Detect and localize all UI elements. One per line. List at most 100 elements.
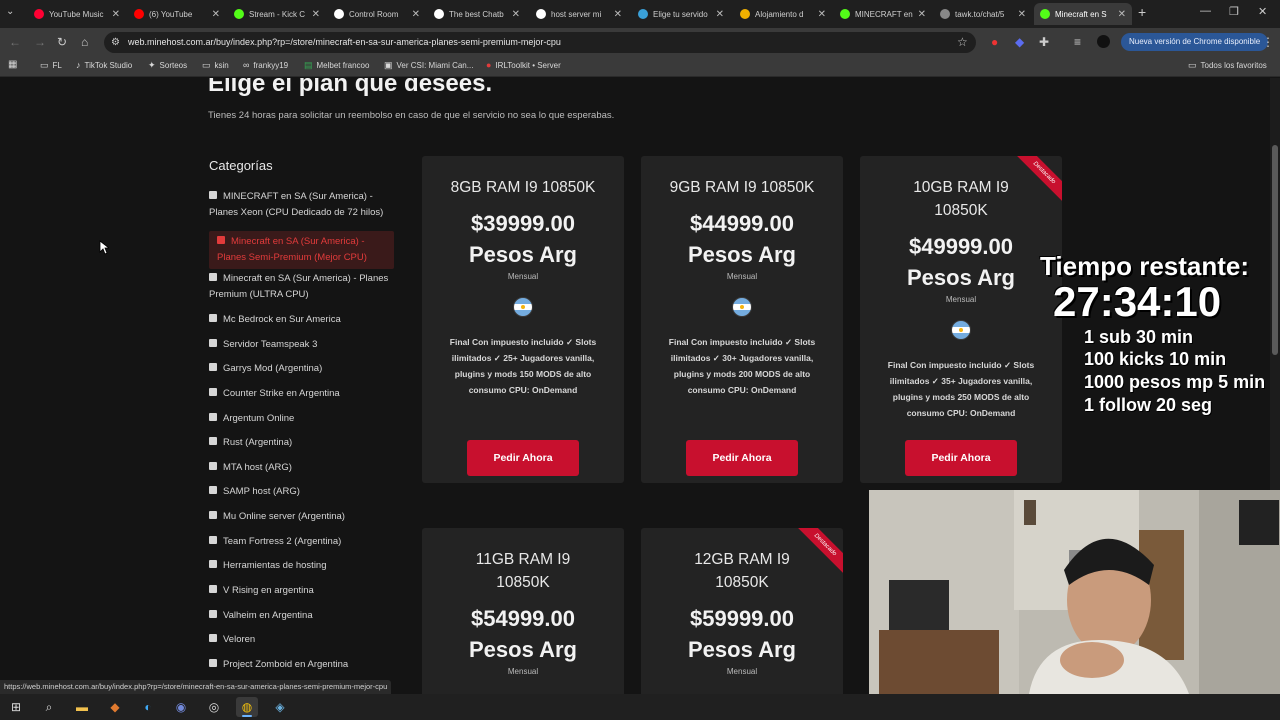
tab-5[interactable]: host server mi ✕ [530,3,628,25]
category-item[interactable]: Minecraft en SA (Sur America) - Planes S… [209,231,394,269]
page-title: Elige el plan que desees. [208,78,493,97]
tab-favicon-icon [740,9,750,19]
tab-10[interactable]: Minecraft en S ✕ [1034,3,1132,25]
back-icon[interactable]: ← [9,35,21,49]
category-item[interactable]: MTA host (ARG) [209,460,394,476]
minimize-button[interactable]: — [1200,5,1211,17]
tab-close-icon[interactable]: ✕ [1018,9,1026,20]
bookmark-item[interactable]: ♪ TikTok Studio [76,60,132,70]
bookmark-item[interactable]: ▣ Ver CSI: Miami Can... [384,60,473,71]
tab-favicon-icon [940,9,950,19]
tab-label: Alojamiento d [755,9,804,19]
tab-4[interactable]: The best Chatb ✕ [428,3,526,25]
discord-icon[interactable]: ◉ [170,697,192,717]
tab-search-icon[interactable]: ⌄ [6,5,14,19]
maximize-button[interactable]: ❐ [1229,5,1239,18]
apps-icon[interactable]: ▦ [8,59,17,70]
category-item[interactable]: Rust (Argentina) [209,435,394,451]
obs-icon[interactable]: ◎ [203,697,225,717]
category-item[interactable]: Valheim en Argentina [209,608,394,624]
bookmark-star-icon[interactable]: ☆ [957,35,968,49]
bookmark-item[interactable]: ✦ Sorteos [148,60,187,71]
timer-value: 27:34:10 [1053,278,1222,325]
category-item[interactable]: Project Zomboid en Argentina [209,657,394,673]
tab-close-icon[interactable]: ✕ [716,9,724,20]
url-text[interactable]: web.minehost.com.ar/buy/index.php?rp=/st… [128,37,561,47]
home-icon[interactable]: ⌂ [81,35,88,49]
bookmark-label: TikTok Studio [84,60,133,70]
tab-0[interactable]: YouTube Music ✕ [28,3,126,25]
tab-3[interactable]: Control Room ✕ [328,3,426,25]
plan-currency: Pesos Arg [468,242,577,267]
tab-7[interactable]: Alojamiento d ✕ [734,3,832,25]
menu-icon[interactable]: ⋮ [1262,35,1274,49]
tab-8[interactable]: MINECRAFT en ✕ [834,3,932,25]
link-icon: ∞ [243,60,250,70]
tab-close-icon[interactable]: ✕ [918,9,926,20]
category-item[interactable]: Servidor Teamspeak 3 [209,337,394,353]
cube-icon [209,659,217,667]
tab-close-icon[interactable]: ✕ [818,9,826,20]
forward-icon[interactable]: → [34,35,46,49]
all-bookmarks[interactable]: ▭ Todos los favoritos [1188,60,1267,71]
category-item[interactable]: SAMP host (ARG) [209,484,394,500]
extensions-puzzle-icon[interactable]: ✚ [1039,35,1049,49]
cube-icon [209,191,217,199]
steam-icon[interactable]: ◈ [269,697,291,717]
tab-close-icon[interactable]: ✕ [512,9,520,20]
tab-close-icon[interactable]: ✕ [614,9,622,20]
category-item[interactable]: V Rising en argentina [209,583,394,599]
edge-icon[interactable]: ◐ [137,697,159,717]
tab-close-icon[interactable]: ✕ [1118,9,1126,20]
category-item[interactable]: Mc Bedrock en Sur America [209,312,394,328]
bookmark-item[interactable]: ● IRLToolkit • Server [486,60,561,70]
close-window-button[interactable]: ✕ [1258,5,1267,18]
tab-6[interactable]: Elige tu servido ✕ [632,3,730,25]
tab-9[interactable]: tawk.to/chat/5 ✕ [934,3,1032,25]
tab-1[interactable]: (6) YouTube ✕ [128,3,226,25]
tab-close-icon[interactable]: ✕ [212,9,220,20]
bookmark-item[interactable]: ▭ FL [40,60,62,71]
plan-currency: Pesos Arg [687,637,796,662]
search-icon[interactable]: ⌕ [38,697,60,717]
star-icon: ✦ [148,60,156,70]
bookmark-label: Sorteos [159,61,188,70]
category-item[interactable]: MINECRAFT en SA (Sur America) - Planes X… [209,189,394,221]
order-button[interactable]: Pedir Ahora [905,440,1017,476]
order-button[interactable]: Pedir Ahora [686,440,798,476]
category-item[interactable]: Argentum Online [209,411,394,427]
bookmark-item[interactable]: ▤ Melbet francoo [304,60,369,71]
plan-price: $39999.00 [471,211,575,236]
category-item[interactable]: Mu Online server (Argentina) [209,509,394,525]
tab-close-icon[interactable]: ✕ [412,9,420,20]
category-item[interactable]: Team Fortress 2 (Argentina) [209,534,394,550]
chrome-update-button[interactable]: Nueva versión de Chrome disponible [1121,33,1269,51]
new-tab-button[interactable]: + [1138,4,1146,20]
tab-label: host server mi [551,9,602,19]
category-item[interactable]: Herramientas de hosting [209,558,394,574]
profile-avatar[interactable] [1097,35,1110,48]
extension-icon[interactable]: ● [991,35,998,49]
bookmark-item[interactable]: ▭ ksin [202,60,229,71]
tab-close-icon[interactable]: ✕ [312,9,320,20]
overlay-line: 1000 pesos mp 5 min [1084,372,1266,392]
site-info-icon[interactable]: ⚙ [111,36,120,50]
media-icon[interactable]: ≡ [1074,35,1081,49]
scrollbar-thumb[interactable] [1272,145,1278,355]
tab-close-icon[interactable]: ✕ [112,9,120,20]
order-button[interactable]: Pedir Ahora [467,440,579,476]
windows-start-icon[interactable]: ⊞ [5,697,27,717]
app-icon[interactable]: ◆ [104,697,126,717]
tab-2[interactable]: Stream - Kick C ✕ [228,3,326,25]
reload-icon[interactable]: ↻ [57,35,67,49]
cube-icon [209,536,217,544]
extension-icon[interactable]: ◆ [1015,35,1024,49]
category-item[interactable]: Counter Strike en Argentina [209,386,394,402]
category-item[interactable]: Garrys Mod (Argentina) [209,361,394,377]
bookmark-item[interactable]: ∞ frankyy19 [243,60,288,70]
file-explorer-icon[interactable]: ▬ [71,697,93,717]
chrome-icon[interactable]: ◍ [236,697,258,717]
cube-icon [209,462,217,470]
category-item[interactable]: Veloren [209,632,394,648]
category-item[interactable]: Minecraft en SA (Sur America) - Planes P… [209,271,394,303]
